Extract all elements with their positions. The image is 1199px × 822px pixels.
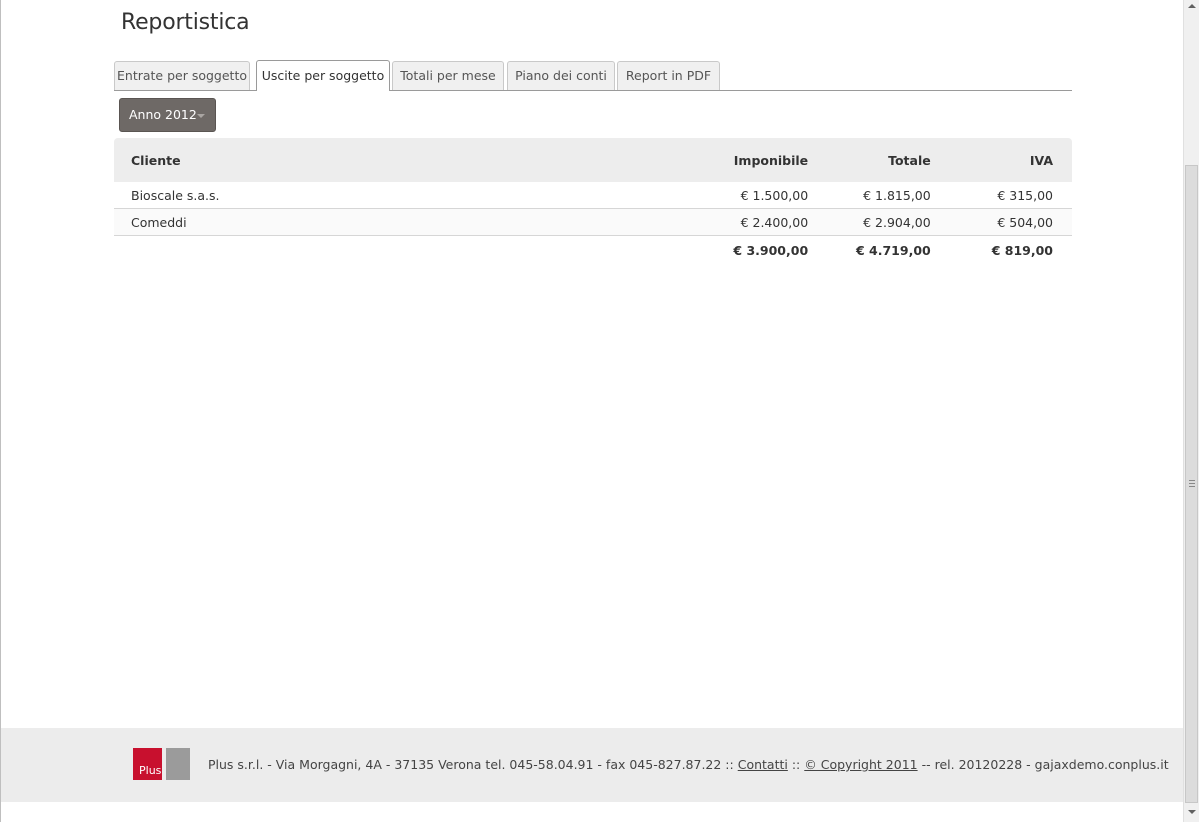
table-row: Bioscale s.a.s. € 1.500,00 € 1.815,00 € … <box>114 182 1072 209</box>
year-dropdown-label: Anno 2012 <box>129 107 197 122</box>
scroll-down-arrow-icon[interactable] <box>1188 810 1196 814</box>
scrollbar-thumb[interactable] <box>1185 165 1198 803</box>
cell-totale: € 1.815,00 <box>808 182 931 209</box>
cell-totale: € 2.904,00 <box>808 208 931 236</box>
total-iva: € 819,00 <box>991 242 1053 258</box>
page-title: Reportistica <box>121 10 250 35</box>
total-totale: € 4.719,00 <box>855 242 931 258</box>
header-totale[interactable]: Totale <box>808 138 931 182</box>
footer-address: Plus s.r.l. - Via Morgagni, 4A - 37135 V… <box>208 757 734 772</box>
logo-text: Plus <box>139 764 162 777</box>
copyright-link[interactable]: © Copyright 2011 <box>804 757 917 772</box>
tab-report-in-pdf[interactable]: Report in PDF <box>617 61 720 90</box>
tab-totali-per-mese[interactable]: Totali per mese <box>392 61 504 90</box>
tab-uscite-per-soggetto[interactable]: Uscite per soggetto <box>256 60 390 91</box>
header-imponibile[interactable]: Imponibile <box>542 138 809 182</box>
tab-entrate-per-soggetto[interactable]: Entrate per soggetto <box>114 61 250 90</box>
cell-imponibile: € 1.500,00 <box>542 182 809 209</box>
table-row: Comeddi € 2.400,00 € 2.904,00 € 504,00 <box>114 208 1072 236</box>
footer-release: -- rel. 20120228 - gajaxdemo.conplus.it <box>921 757 1169 772</box>
vertical-scrollbar[interactable] <box>1183 0 1199 822</box>
total-imponibile: € 3.900,00 <box>733 242 809 258</box>
scroll-up-arrow-icon[interactable] <box>1188 4 1196 8</box>
company-logo: Plus <box>133 748 190 780</box>
table-header-row: Cliente Imponibile Totale IVA <box>114 138 1072 182</box>
totals-empty-cell <box>114 236 543 265</box>
page-viewport: Reportistica Entrate per soggetto Uscite… <box>0 0 1183 822</box>
table-totals-row: € 3.900,00 € 4.719,00 € 819,00 <box>114 236 1072 265</box>
year-dropdown-button[interactable]: Anno 2012 <box>119 98 216 132</box>
contatti-link[interactable]: Contatti <box>738 757 788 772</box>
page-footer: Plus Plus s.r.l. - Via Morgagni, 4A - 37… <box>1 728 1183 802</box>
footer-info: Plus s.r.l. - Via Morgagni, 4A - 37135 V… <box>208 757 1169 772</box>
cell-cliente: Comeddi <box>114 208 543 236</box>
scroll-grip-icon <box>1189 480 1195 487</box>
cell-cliente: Bioscale s.a.s. <box>114 182 543 209</box>
cell-imponibile: € 2.400,00 <box>542 208 809 236</box>
report-tabs: Entrate per soggetto Uscite per soggetto… <box>114 60 1072 91</box>
caret-down-icon <box>197 114 205 118</box>
tab-piano-dei-conti[interactable]: Piano dei conti <box>507 61 615 90</box>
footer-separator: :: <box>791 757 801 772</box>
cell-iva: € 504,00 <box>930 208 1072 236</box>
header-iva[interactable]: IVA <box>930 138 1072 182</box>
header-cliente[interactable]: Cliente <box>114 138 543 182</box>
report-table: Cliente Imponibile Totale IVA Bioscale s… <box>114 138 1072 264</box>
cell-iva: € 315,00 <box>930 182 1072 209</box>
logo-grey-block <box>166 748 190 780</box>
